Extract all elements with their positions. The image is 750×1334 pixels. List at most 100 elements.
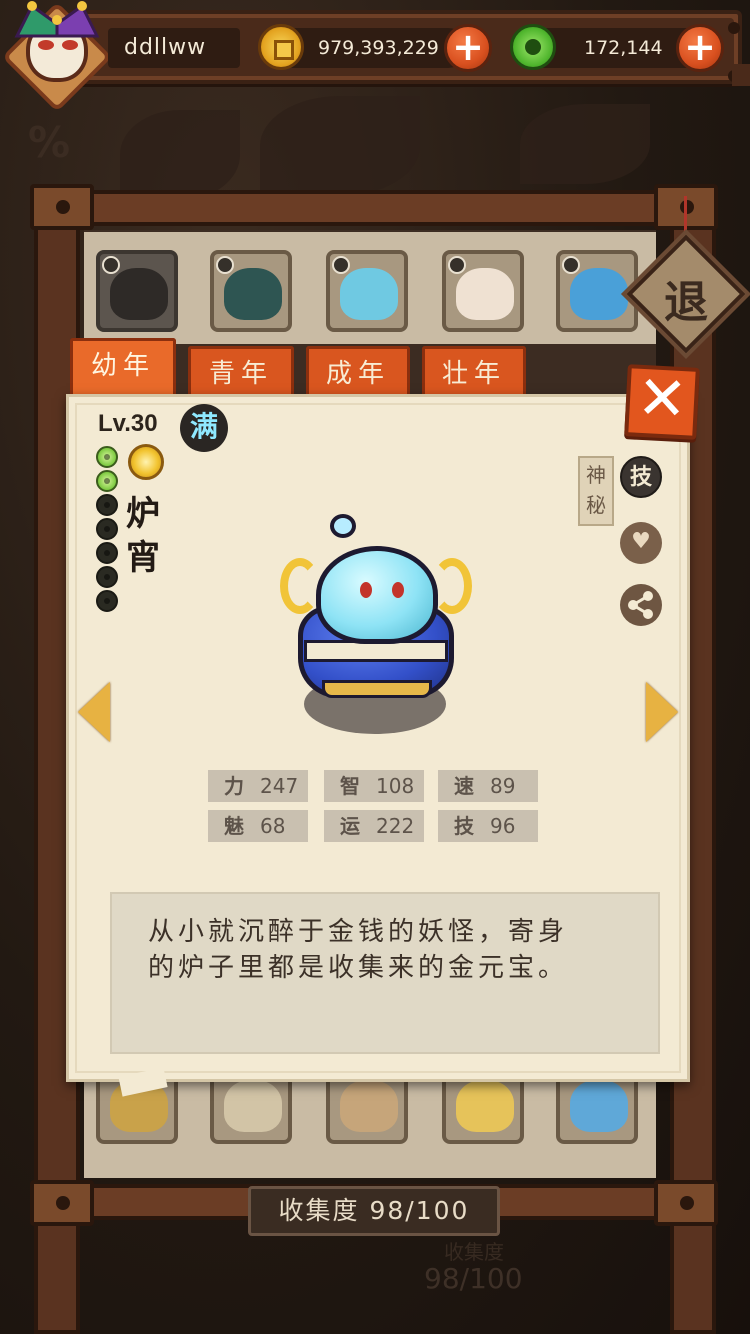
monster-name-char: 宵 [126,538,160,578]
skill-button[interactable]: 技 [620,456,662,498]
stat-value: 222 [376,814,415,838]
background-percent-glyph: % [28,118,71,167]
collection-ghost-label: 收集度 [444,1240,504,1264]
add-gold-button[interactable]: + [444,24,492,72]
stat-charm: 魅 68 [208,810,308,842]
gold-amount: 979,393,229 [318,37,439,59]
background-leaf [120,110,240,200]
pot-handle-right [432,558,472,614]
add-jade-button[interactable]: + [676,24,724,72]
cabinet-joint [30,184,94,230]
arrow-left-icon[interactable] [78,682,110,742]
growth-pip-empty [96,518,118,540]
stat-key: 速 [454,774,474,798]
monster-head [316,546,438,644]
stat-intelligence: 智 108 [324,770,424,802]
stat-value: 68 [260,814,286,838]
arrow-right-icon[interactable] [646,682,678,742]
monster-thumbnail [456,268,514,320]
stat-strength: 力 247 [208,770,308,802]
stat-value: 108 [376,774,415,798]
collection-ghost-value: 98/100 [424,1262,523,1295]
heart-icon: ♥ [631,529,651,554]
monster-thumbnail [110,268,168,320]
monster-slot[interactable] [210,250,292,332]
gold-coin-icon [258,24,304,70]
jester-hat-icon [14,1,100,38]
collection-value: 98/100 [369,1196,470,1225]
cabinet-beam-top [34,190,716,226]
monster-name-char: 炉 [126,494,160,534]
monster-name: 炉 宵 [126,492,170,580]
menu-notch [732,64,750,86]
monster-portrait [280,510,480,740]
stat-skill: 技 96 [438,810,538,842]
sun-icon [128,444,164,480]
growth-pip-empty [96,494,118,516]
stat-key: 技 [454,814,474,838]
avatar-eye [38,40,54,50]
share-button[interactable] [620,584,662,626]
description-line: 的炉子里都是收集来的金元宝。 [148,953,569,983]
monster-slot[interactable] [556,250,638,332]
monster-slot[interactable] [96,250,178,332]
growth-pip-empty [96,590,118,612]
monster-eye [360,582,372,598]
avatar-eye [62,40,78,50]
stat-key: 魅 [224,814,244,838]
growth-pip-empty [96,542,118,564]
slot-type-icon [216,256,234,274]
bolt [728,22,740,34]
tab-youth[interactable]: 幼年 [70,338,176,394]
stat-key: 智 [340,774,360,798]
retreat-button[interactable]: 退 [626,234,746,354]
growth-pip-filled [96,470,118,492]
jade-amount: 172,144 [584,37,663,59]
cabinet-joint [30,1180,94,1226]
growth-pip-empty [96,566,118,588]
stat-luck: 运 222 [324,810,424,842]
close-icon: ✕ [635,362,690,436]
tab-young-adult[interactable]: 青年 [188,346,294,396]
monster-description: 从小就沉醉于金钱的妖怪，寄身 的炉子里都是收集来的金元宝。 [110,892,660,1054]
rarity-tag: 神秘 [578,456,614,526]
tab-prime[interactable]: 壮年 [422,346,526,396]
monster-eye [392,582,404,598]
monster-bubble [330,514,356,538]
monster-thumbnail [570,1080,628,1132]
growth-pips [96,446,120,614]
monster-thumbnail [224,1080,282,1132]
monster-slot[interactable] [442,250,524,332]
stat-key: 力 [224,774,244,798]
collection-label: 收集度 [278,1196,360,1225]
monster-thumbnail [456,1080,514,1132]
avatar[interactable] [1,0,113,113]
slot-type-icon [102,256,120,274]
favorite-button[interactable]: ♥ [620,522,662,564]
monster-level: Lv.30 [98,410,158,437]
monster-thumbnail [340,1080,398,1132]
tab-adult[interactable]: 成年 [306,346,410,396]
description-line: 从小就沉醉于金钱的妖怪，寄身 [148,917,569,947]
monster-slot[interactable] [326,250,408,332]
pot-base [322,680,432,698]
pot-handle-left [280,558,320,614]
monster-thumbnail [340,268,398,320]
top-bar: ddllww 979,393,229 + 172,144 + [0,0,750,113]
max-level-badge: 满 [180,404,228,452]
background-leaf [260,96,420,196]
stat-speed: 速 89 [438,770,538,802]
retreat-label: 退 [664,277,708,328]
jade-coin-icon [510,24,556,70]
stat-key: 运 [340,814,360,838]
collection-progress: 收集度 98/100 [248,1186,500,1236]
slot-type-icon [448,256,466,274]
close-button[interactable]: ✕ [624,362,700,440]
slot-type-icon [332,256,350,274]
stat-value: 89 [490,774,516,798]
monster-thumbnail [570,268,628,320]
background-leaf [520,104,650,184]
growth-pip-filled [96,446,118,468]
monster-thumbnail [224,268,282,320]
cabinet-joint [654,1180,718,1226]
